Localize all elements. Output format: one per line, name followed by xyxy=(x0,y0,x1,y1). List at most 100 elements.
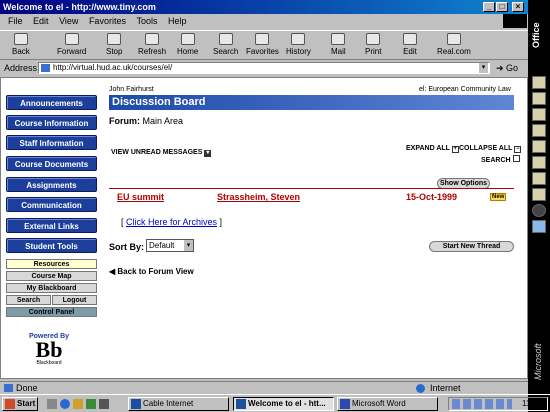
blackboard-logo[interactable]: Powered By Bb Blackboard xyxy=(23,333,75,366)
menu-help[interactable]: Help xyxy=(168,16,187,26)
mail-button[interactable]: Mail xyxy=(331,33,346,56)
page-content: Announcements Course Information Staff I… xyxy=(0,77,528,379)
history-button[interactable]: History xyxy=(286,33,311,56)
back-to-forum-link[interactable]: ◀ Back to Forum View xyxy=(109,267,194,276)
ie-icon[interactable] xyxy=(60,399,70,409)
office-shortcut-icon[interactable] xyxy=(532,188,546,201)
nav-assignments[interactable]: Assignments xyxy=(6,177,97,192)
archives-line: [ Click Here for Archives ] xyxy=(121,217,223,227)
menu-tools[interactable]: Tools xyxy=(136,16,157,26)
office-shortcut-bar: Office Microsoft xyxy=(528,0,550,412)
toolbar: Back Forward Stop Refresh Home Search Fa… xyxy=(0,30,528,60)
windows-logo-icon xyxy=(503,14,527,28)
window-title: Welcome to el - http://www.tiny.com xyxy=(3,2,156,12)
office-shortcut-icon[interactable] xyxy=(532,92,546,105)
nav-staff-information[interactable]: Staff Information xyxy=(6,135,97,150)
maximize-button[interactable]: □ xyxy=(496,2,508,12)
task-welcome-el[interactable]: Welcome to el - htt... xyxy=(233,397,334,411)
control-panel-button[interactable]: Control Panel xyxy=(6,307,97,317)
start-button[interactable]: Start xyxy=(2,397,38,411)
select-arrow-icon: ▾ xyxy=(184,240,193,251)
resources-button[interactable]: Resources xyxy=(6,259,97,269)
realcom-button[interactable]: Real.com xyxy=(437,33,471,56)
nav-announcements[interactable]: Announcements xyxy=(6,95,97,110)
forum-label: Forum: xyxy=(109,116,140,126)
menu-edit[interactable]: Edit xyxy=(33,16,49,26)
history-icon xyxy=(291,33,306,45)
search-nav-button[interactable]: Search xyxy=(6,295,51,305)
realcom-icon xyxy=(446,33,461,45)
print-button[interactable]: Print xyxy=(365,33,381,56)
address-dropdown-icon[interactable]: ▾ xyxy=(479,63,488,73)
word-icon xyxy=(340,399,350,409)
office-shortcut-icon[interactable] xyxy=(532,156,546,169)
view-unread-link[interactable]: VIEW UNREAD MESSAGES ▾ xyxy=(111,149,212,157)
system-tray: 11:22 xyxy=(448,397,548,411)
channels-icon[interactable] xyxy=(86,399,96,409)
status-bar: Done Internet xyxy=(0,381,528,394)
nav-course-documents[interactable]: Course Documents xyxy=(6,156,97,171)
office-label: Office xyxy=(531,22,541,48)
dropdown-arrow-icon: ▾ xyxy=(204,150,212,157)
favorites-button[interactable]: Favorites xyxy=(246,33,279,56)
refresh-icon xyxy=(145,33,159,45)
divider xyxy=(109,188,514,189)
back-arrow-icon xyxy=(13,33,28,45)
task-cable-internet[interactable]: Cable Internet xyxy=(128,397,229,411)
task-microsoft-word[interactable]: Microsoft Word xyxy=(337,397,438,411)
sort-by-label: Sort By: xyxy=(109,242,145,252)
home-button[interactable]: Home xyxy=(177,33,198,56)
desktop-icon[interactable] xyxy=(47,399,57,409)
thread-author-link[interactable]: Strassheim, Steven xyxy=(217,192,300,202)
office-shortcut-icon[interactable] xyxy=(532,76,546,89)
office-shortcut-icon[interactable] xyxy=(532,108,546,121)
my-blackboard-button[interactable]: My Blackboard xyxy=(6,283,97,293)
office-shortcut-icon[interactable] xyxy=(532,140,546,153)
plus-icon: + xyxy=(451,146,459,153)
nav-student-tools[interactable]: Student Tools xyxy=(6,238,97,253)
collapse-all-button[interactable]: COLLAPSE ALL − xyxy=(459,145,522,153)
office-shortcut-icon[interactable] xyxy=(532,124,546,137)
logout-button[interactable]: Logout xyxy=(52,295,97,305)
search-forum-button[interactable]: SEARCH xyxy=(481,155,520,164)
stop-button[interactable]: Stop xyxy=(106,33,122,56)
back-button[interactable]: Back xyxy=(12,33,30,56)
office-shortcut-icon[interactable] xyxy=(532,172,546,185)
nav-external-links[interactable]: External Links xyxy=(6,218,97,233)
minimize-button[interactable]: _ xyxy=(483,2,495,12)
favorites-icon xyxy=(255,33,270,45)
sort-select[interactable]: Default ▾ xyxy=(146,239,194,252)
menu-view[interactable]: View xyxy=(59,16,78,26)
taskbar: Start Cable Internet Welcome to el - htt… xyxy=(0,394,550,412)
forum-line: Forum: Main Area xyxy=(109,116,183,126)
nav-course-information[interactable]: Course Information xyxy=(6,115,97,130)
thread-date: 15-Oct-1999 xyxy=(406,192,458,202)
menu-favorites[interactable]: Favorites xyxy=(89,16,126,26)
new-badge: New xyxy=(490,193,507,201)
thread-subject-link[interactable]: EU summit xyxy=(117,192,164,202)
refresh-button[interactable]: Refresh xyxy=(138,33,166,56)
task-app-icon xyxy=(236,399,246,409)
quick-launch-icon[interactable] xyxy=(99,399,109,409)
start-new-thread-button[interactable]: Start New Thread xyxy=(429,241,514,252)
forward-button[interactable]: Forward xyxy=(57,33,86,56)
close-button[interactable]: × xyxy=(512,2,524,12)
address-bar: Address http://virtual.hud.ac.uk/courses… xyxy=(0,61,528,75)
course-map-button[interactable]: Course Map xyxy=(6,271,97,281)
media-icon[interactable] xyxy=(532,204,546,217)
go-button[interactable]: ➜ Go xyxy=(496,63,518,74)
expand-all-button[interactable]: EXPAND ALL + xyxy=(406,145,459,153)
search-icon xyxy=(218,33,233,45)
minus-icon: − xyxy=(514,146,522,153)
outlook-icon[interactable] xyxy=(73,399,83,409)
search-button[interactable]: Search xyxy=(213,33,238,56)
nav-communication[interactable]: Communication xyxy=(6,197,97,212)
address-input[interactable]: http://virtual.hud.ac.uk/courses/el/ ▾ xyxy=(38,62,490,74)
tray-icons[interactable] xyxy=(452,399,512,409)
archives-link[interactable]: Click Here for Archives xyxy=(126,217,217,227)
edit-button[interactable]: Edit xyxy=(403,33,417,56)
home-icon xyxy=(180,33,195,45)
office-shortcut-icon[interactable] xyxy=(532,220,546,233)
forum-name: Main Area xyxy=(142,116,184,126)
menu-file[interactable]: File xyxy=(8,16,23,26)
